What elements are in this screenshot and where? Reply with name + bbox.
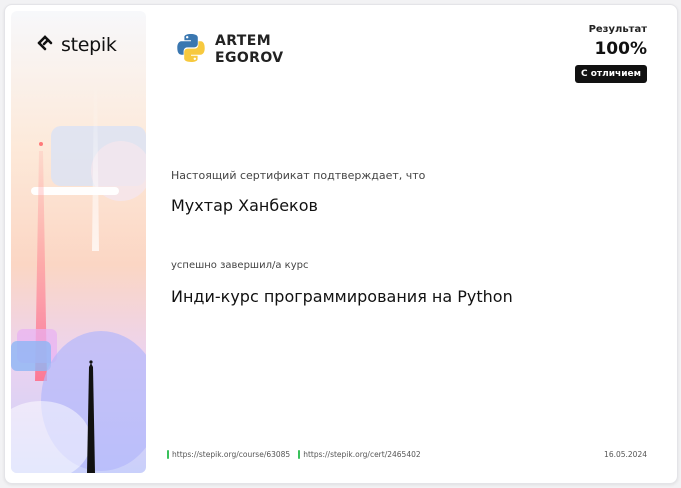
stepik-logo-icon	[35, 33, 55, 57]
student-name: Мухтар Ханбеков	[171, 196, 318, 215]
decorative-side-panel	[11, 11, 146, 473]
issue-date: 16.05.2024	[604, 450, 647, 459]
course-title: Инди-курс программирования на Python	[171, 287, 513, 306]
completed-text: успешно завершил/а курс	[171, 260, 309, 271]
author-name: ARTEM EGOROV	[215, 33, 284, 67]
cert-link-text[interactable]: https://stepik.org/cert/2465402	[303, 450, 420, 459]
decorative-art	[11, 81, 146, 473]
author-name-line2: EGOROV	[215, 50, 284, 66]
certificate-sheet: stepik ARTEM EGOROV Результат 100% С отл…	[4, 4, 678, 484]
footer-links: https://stepik.org/course/63085 https://…	[167, 450, 421, 459]
result-value: 100%	[594, 39, 647, 59]
brand-name: stepik	[61, 34, 117, 56]
distinction-badge: С отличием	[575, 65, 647, 83]
link-marker-icon	[298, 450, 301, 459]
stepik-brand: stepik	[35, 33, 117, 57]
link-marker-icon	[167, 450, 169, 459]
author-name-line1: ARTEM	[215, 33, 272, 49]
course-link[interactable]: https://stepik.org/course/63085	[167, 450, 290, 459]
python-logo-icon	[175, 32, 207, 68]
course-link-text[interactable]: https://stepik.org/course/63085	[172, 450, 290, 459]
author-block: ARTEM EGOROV	[175, 32, 284, 68]
result-label: Результат	[588, 24, 647, 35]
result-block: Результат 100% С отличием	[575, 24, 647, 83]
certificate-intro: Настоящий сертификат подтверждает, что	[171, 169, 426, 182]
cert-link[interactable]: https://stepik.org/cert/2465402	[298, 450, 421, 459]
